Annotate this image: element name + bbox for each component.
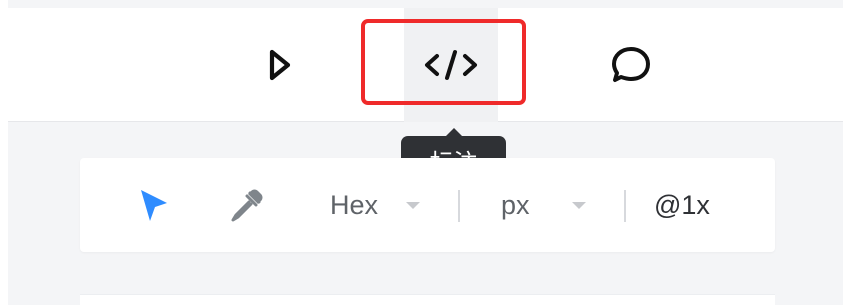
top-toolbar [8,8,843,122]
scale-selector[interactable]: @1x [654,184,710,226]
unit-select[interactable]: px [501,184,601,226]
preview-button[interactable] [236,8,322,122]
pointer-tool[interactable] [132,186,176,226]
chevron-down-icon [571,201,586,209]
color-format-select[interactable]: Hex [330,184,436,226]
toolbar-divider [624,190,626,222]
comment-icon [612,47,650,82]
pointer-icon [141,190,167,221]
inspect-toolbar: Hex px @1x [80,158,775,252]
code-inspect-button[interactable] [404,8,498,122]
unit-value: px [501,189,530,220]
eyedropper-icon [231,189,263,222]
chevron-down-icon [406,201,421,209]
scale-value: @1x [654,189,710,220]
toolbar-divider [458,190,460,222]
comment-button[interactable] [588,8,674,122]
eyedropper-tool[interactable] [224,186,268,226]
code-icon [425,50,477,80]
content-panel-edge [80,294,775,305]
color-format-value: Hex [330,189,379,220]
page-edge [0,0,8,305]
play-icon [269,49,291,81]
